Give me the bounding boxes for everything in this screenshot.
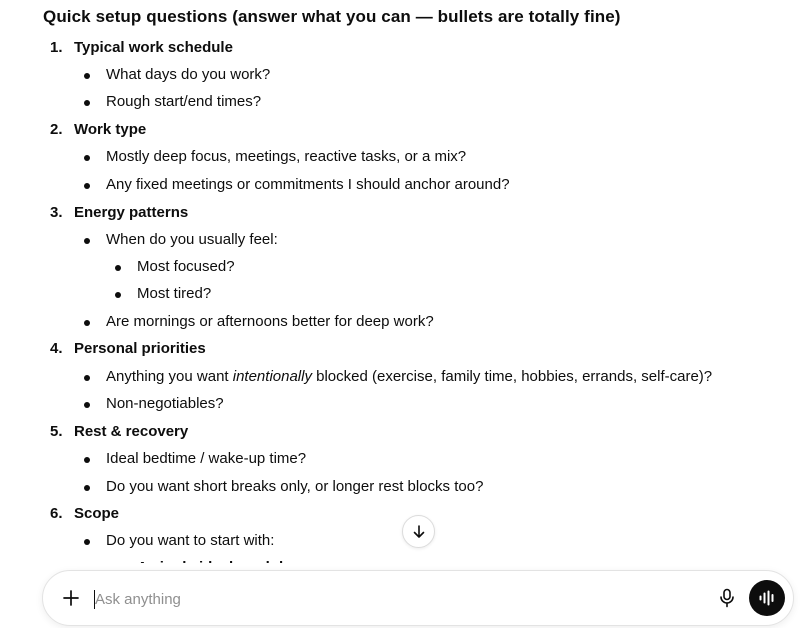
dictate-button[interactable] xyxy=(715,586,739,610)
section-number: 6. xyxy=(50,505,63,522)
scroll-to-bottom-button[interactable] xyxy=(402,515,435,548)
sub-list-item: Most tired? xyxy=(137,285,212,302)
section-number: 5. xyxy=(50,423,63,440)
section-title-personal-priorities: Personal priorities xyxy=(74,340,206,357)
bullet-dot xyxy=(84,73,90,79)
microphone-icon xyxy=(720,588,734,608)
list-item-text: blocked (exercise, family time, hobbies,… xyxy=(311,368,713,385)
bullet-dot xyxy=(84,238,90,244)
bullet-dot xyxy=(84,457,90,463)
sub-bullet-dot xyxy=(115,292,121,298)
arrow-down-icon xyxy=(413,524,424,538)
voice-mode-button[interactable] xyxy=(749,580,785,616)
section-title-typical-work-schedule: Typical work schedule xyxy=(74,39,233,56)
emphasis-text: intentionally xyxy=(232,368,312,385)
section-number: 1. xyxy=(50,39,63,56)
bullet-dot xyxy=(84,320,90,326)
section-title-work-type: Work type xyxy=(74,121,147,138)
list-item-text: Anything you want xyxy=(106,368,233,385)
section-number: 4. xyxy=(50,340,63,357)
message-heading: Quick setup questions (answer what you c… xyxy=(43,7,621,26)
plus-icon xyxy=(63,590,79,606)
bullet-dot xyxy=(84,100,90,106)
sub-list-item: Most focused? xyxy=(137,258,235,275)
voice-mode-icon xyxy=(759,590,774,606)
section-title-energy-patterns: Energy patterns xyxy=(74,204,189,221)
list-item: Any fixed meetings or commitments I shou… xyxy=(106,176,510,193)
bullet-dot xyxy=(84,402,90,408)
list-item: Are mornings or afternoons better for de… xyxy=(106,313,434,330)
list-item: What days do you work? xyxy=(106,66,271,83)
list-item: Mostly deep focus, meetings, reactive ta… xyxy=(106,148,467,165)
section-number: 3. xyxy=(50,204,63,221)
ask-anything-input[interactable] xyxy=(95,585,655,613)
list-item: Rough start/end times? xyxy=(106,93,262,110)
chat-message: Quick setup questions (answer what you c… xyxy=(0,0,800,572)
list-item: Do you want to start with: xyxy=(106,532,275,549)
list-item: Do you want short breaks only, or longer… xyxy=(106,478,484,495)
list-item: Ideal bedtime / wake-up time? xyxy=(106,450,307,467)
bullet-dot xyxy=(84,539,90,545)
sub-bullet-dot xyxy=(115,265,121,271)
bullet-dot xyxy=(84,375,90,381)
bullet-dot xyxy=(84,155,90,161)
bullet-dot xyxy=(84,183,90,189)
section-number: 2. xyxy=(50,121,63,138)
list-item: Non-negotiables? xyxy=(106,395,224,412)
add-attachment-button[interactable] xyxy=(59,586,83,610)
list-item: When do you usually feel: xyxy=(106,231,278,248)
message-composer xyxy=(42,570,794,626)
section-title-scope: Scope xyxy=(74,505,120,522)
list-item: Anything you want intentionally blocked … xyxy=(106,368,712,385)
bullet-dot xyxy=(84,485,90,491)
section-title-rest-recovery: Rest & recovery xyxy=(74,423,189,440)
